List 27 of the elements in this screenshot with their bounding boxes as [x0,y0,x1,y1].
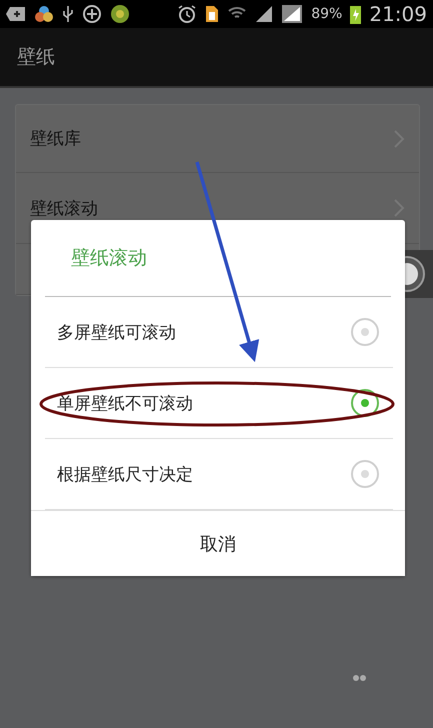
alarm-icon [177,4,198,24]
notification-icon [6,6,26,22]
option-label: 根据壁纸尺寸决定 [57,464,194,486]
option-label: 多屏壁纸可滚动 [57,322,177,344]
setting-label: 壁纸库 [30,128,82,150]
chevron-icon [393,198,405,218]
option-row[interactable]: 多屏壁纸可滚动 [45,297,393,368]
screen-title: 壁纸 [17,45,55,70]
battery-charging-icon [350,4,362,24]
option-label: 单屏壁纸不可滚动 [57,392,194,414]
usb-icon [62,5,74,23]
dialog-title: 壁纸滚动 [71,246,147,271]
add-circle-icon [82,4,102,24]
cancel-button[interactable]: 取消 [31,510,405,576]
app-icon [34,4,54,24]
setting-label: 壁纸滚动 [30,198,99,220]
signal-icon [281,4,304,24]
radio-button[interactable] [351,318,379,346]
option-row[interactable]: 单屏壁纸不可滚动 [45,368,393,439]
app-icon [110,4,130,24]
radio-button[interactable] [351,460,379,488]
signal-icon [255,5,274,23]
dots-icon [353,675,366,681]
radio-button[interactable] [351,389,379,417]
clock-time: 21:09 [369,2,427,26]
battery-percentage: 89% [311,6,342,22]
sim-card-icon [205,5,220,23]
